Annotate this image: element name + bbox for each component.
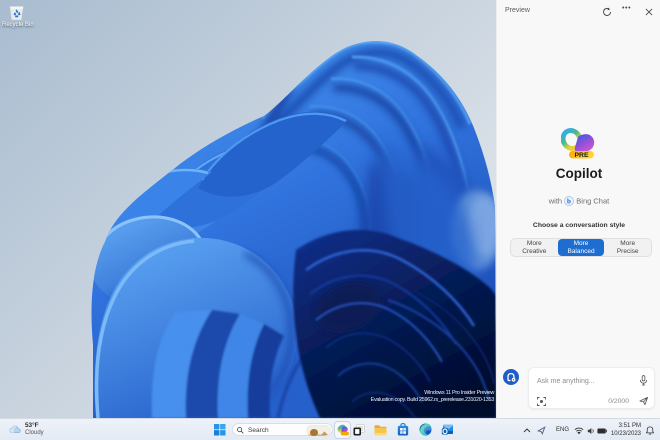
svg-text:PRE: PRE — [575, 152, 589, 159]
svg-text:b: b — [567, 198, 571, 206]
